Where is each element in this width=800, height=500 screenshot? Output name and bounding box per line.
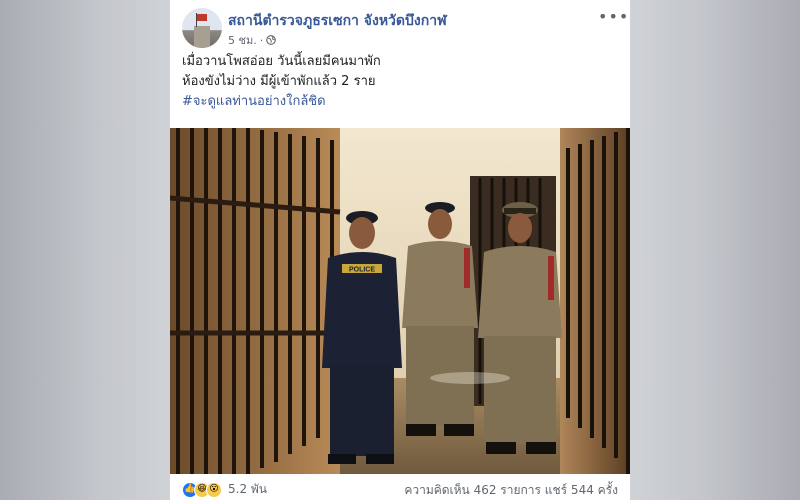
engagement-stats: ความคิดเห็น 462 รายการ แชร์ 544 ครั้ง	[404, 481, 618, 500]
page-avatar[interactable]	[182, 8, 222, 48]
background-right	[630, 0, 800, 500]
photo-left-wall	[170, 128, 340, 474]
post-text-line-1: เมื่อวานโพสอ่อย วันนี้เลยมีคนมาพัก	[182, 54, 381, 69]
facebook-post-card: สถานีตำรวจภูธรเซกา จังหวัดบึงกาฬ 5 ชม. ·…	[170, 0, 630, 500]
comments-count-link[interactable]: ความคิดเห็น 462 รายการ	[404, 483, 541, 497]
post-header: สถานีตำรวจภูธรเซกา จังหวัดบึงกาฬ 5 ชม. ·…	[182, 8, 628, 52]
page-name-link[interactable]: สถานีตำรวจภูธรเซกา จังหวัดบึงกาฬ	[228, 10, 447, 32]
shares-count-link[interactable]: แชร์ 544 ครั้ง	[545, 483, 618, 497]
background-left	[0, 0, 170, 500]
more-options-button[interactable]: •••	[598, 9, 628, 26]
meta-separator: ·	[259, 33, 264, 47]
post-text: เมื่อวานโพสอ่อย วันนี้เลยมีคนมาพัก ห้องข…	[182, 52, 618, 112]
globe-icon	[266, 35, 277, 45]
light-glare	[430, 372, 510, 384]
post-time[interactable]: 5 ชม.	[228, 31, 257, 49]
reaction-count: 5.2 พัน	[228, 482, 268, 496]
post-photo[interactable]: POLICE	[170, 128, 630, 474]
wow-icon: 😮	[206, 481, 222, 498]
post-text-line-2: ห้องขังไม่ว่าง มีผู้เข้าพักแล้ว 2 ราย	[182, 74, 376, 89]
post-footer: 👍 😆 😮 5.2 พัน ความคิดเห็น 462 รายการ แชร…	[170, 474, 630, 500]
hashtag-link[interactable]: #จะดูแลท่านอย่างใกล้ชิด	[182, 92, 618, 112]
vest-text: POLICE	[349, 267, 375, 274]
post-meta: 5 ชม. ·	[228, 31, 277, 49]
photo-right-wall	[560, 128, 630, 474]
reactions-summary[interactable]: 👍 😆 😮 5.2 พัน	[182, 480, 267, 499]
